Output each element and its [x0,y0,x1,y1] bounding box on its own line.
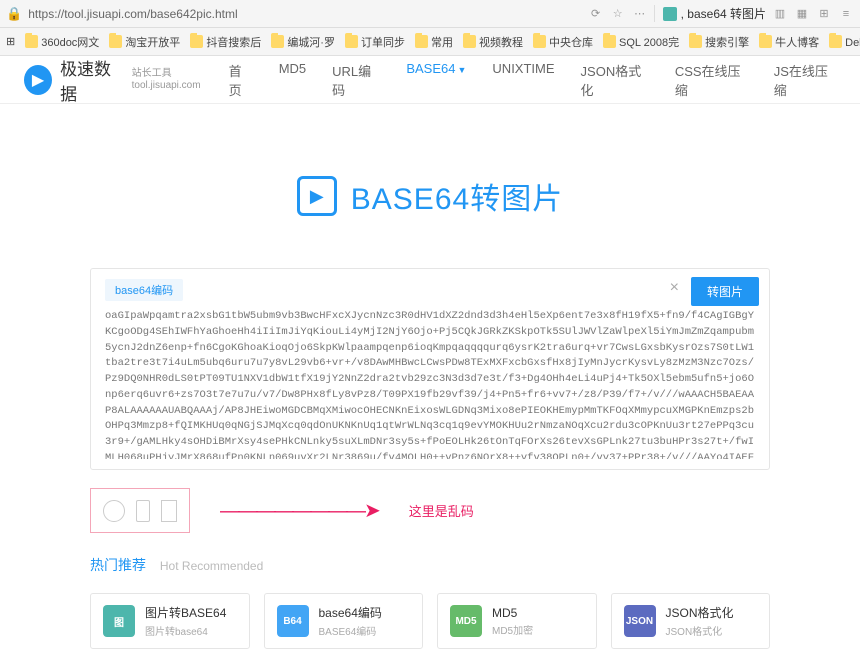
folder-icon [829,35,842,48]
nav-item[interactable]: URL编码 [332,47,380,113]
nav-item[interactable]: UNIXTIME [492,47,554,113]
card-icon: 图 [103,605,135,637]
convert-button[interactable]: 转图片 [691,277,759,306]
site-header: ▶ 极速数据 站长工具 tool.jisuapi.com 首页MD5URL编码B… [0,56,860,104]
card-title: 图片转BASE64 [145,604,226,621]
brand-sub1: 站长工具 [132,68,201,80]
section-title: 热门推荐 [90,557,146,573]
nav-item[interactable]: BASE64▼ [406,47,466,113]
ext-icon[interactable]: ▥ [772,6,788,22]
ext-icon-2[interactable]: ▦ [794,6,810,22]
nav-item[interactable]: CSS在线压缩 [675,47,748,113]
close-icon[interactable]: × [670,279,679,297]
bookmark-item[interactable]: 360doc网文 [25,34,99,50]
folder-icon [759,35,772,48]
card-desc: 图片转base64 [145,623,226,638]
refresh-icon[interactable]: ⟳ [588,6,604,22]
bookmark-label: 淘宝开放平 [125,34,180,50]
folder-icon [603,35,616,48]
bookmark-item[interactable]: 淘宝开放平 [109,34,180,50]
star-icon[interactable]: ☆ [610,6,626,22]
folder-icon [271,35,284,48]
menu-icon[interactable]: ⋯ [632,6,648,22]
card-icon: JSON [624,605,656,637]
section-header: 热门推荐 Hot Recommended [90,555,770,575]
card-desc: MD5加密 [492,622,533,637]
shape-icon [136,500,150,522]
bookmark-label: Delphi设件 [845,34,860,50]
shape-icon [103,500,125,522]
cards-row: 图图片转BASE64 图片转base64 B64 base64编码 BASE64编码 MD… [90,593,770,649]
title-icon: ▶ [297,176,337,216]
folder-icon [689,35,702,48]
bookmark-item[interactable]: Delphi设件 [829,34,860,50]
address-bar: 🔒 https://tool.jisuapi.com/base642pic.ht… [0,0,860,28]
tab-favicon [663,7,677,21]
lock-icon: 🔒 [6,6,22,22]
folder-icon [25,35,38,48]
section-subtitle: Hot Recommended [160,559,263,573]
input-tag: base64编码 [105,279,183,301]
logo-icon: ▶ [24,65,52,95]
folder-icon [345,35,358,48]
logo[interactable]: ▶ 极速数据 站长工具 tool.jisuapi.com [24,55,201,105]
page-title-row: ▶ BASE64转图片 [90,174,770,218]
folder-icon [109,35,122,48]
brand-name: 极速数据 [60,55,124,105]
recommend-card[interactable]: JSON JSON格式化 JSON格式化 [611,593,771,649]
nav-item[interactable]: JSON格式化 [581,47,649,113]
tab-title: , base64 转图片 [681,5,766,22]
card-icon: MD5 [450,605,482,637]
card-desc: BASE64编码 [319,623,382,638]
folder-icon [190,35,203,48]
ext-icon-3[interactable]: ⊞ [816,6,832,22]
recommend-card[interactable]: B64 base64编码 BASE64编码 [264,593,424,649]
recommend-card[interactable]: 图图片转BASE64 图片转base64 [90,593,250,649]
card-title: JSON格式化 [666,604,734,621]
card-title: base64编码 [319,604,382,621]
brand-sub2: tool.jisuapi.com [132,80,201,92]
nav-item[interactable]: JS在线压缩 [774,47,836,113]
shape-icon [161,500,177,522]
folder-icon [463,35,476,48]
tab-info: , base64 转图片 [654,5,766,22]
card-title: MD5 [492,606,533,620]
nav-item[interactable]: 首页 [229,47,253,113]
folder-icon [415,35,428,48]
result-row: ————————➤ 这里是乱码 [90,488,770,533]
more-icon[interactable]: ≡ [838,6,854,22]
bookmark-label: 360doc网文 [41,34,99,50]
main-nav: 首页 MD5 URL编码 BASE64▼ UNIXTIME JSON格式化 CSS在线压缩 J… [229,47,836,113]
url-text[interactable]: https://tool.jisuapi.com/base642pic.html [28,7,581,21]
nav-item[interactable]: MD5 [279,47,306,113]
card-desc: JSON格式化 [666,623,734,638]
annotation-text: 这里是乱码 [409,501,474,520]
grid-icon[interactable]: ⊞ [6,35,15,48]
card-icon: B64 [277,605,309,637]
page-title: BASE64转图片 [351,174,563,218]
chevron-down-icon: ▼ [458,65,467,75]
folder-icon [533,35,546,48]
page-content: ▶ BASE64转图片 base64编码 × 转图片 oaGIpaWpqamtr… [70,104,790,669]
arrow-icon: ————————➤ [220,498,379,523]
result-image [90,488,190,533]
input-box: base64编码 × 转图片 oaGIpaWpqamtra2xsbG1tbW5u… [90,268,770,470]
recommend-card[interactable]: MD5 MD5 MD5加密 [437,593,597,649]
base64-text[interactable]: oaGIpaWpqamtra2xsbG1tbW5ubm9vb3BwcHFxcXJ… [105,309,755,459]
